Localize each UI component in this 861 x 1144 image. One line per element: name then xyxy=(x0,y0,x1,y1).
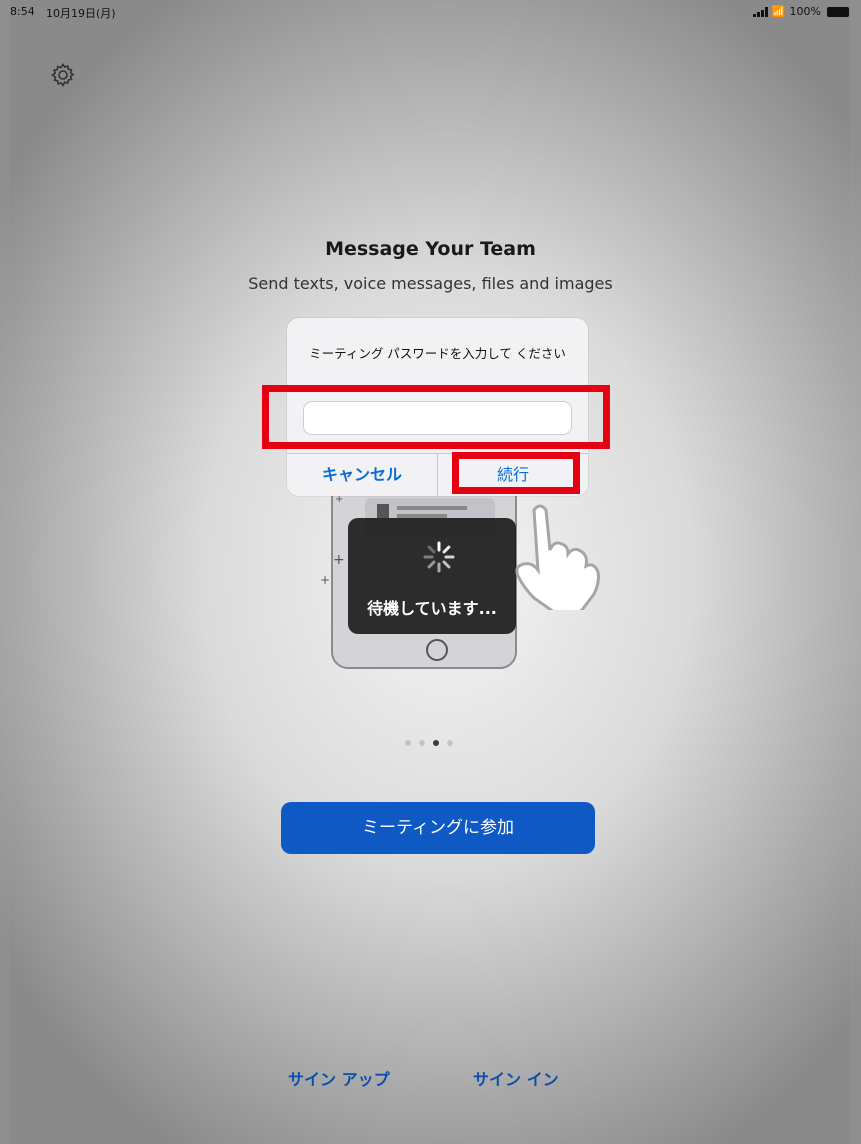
cellular-signal-icon xyxy=(752,6,768,17)
loading-spinner-icon xyxy=(423,541,455,573)
wifi-icon: 📶 xyxy=(771,5,786,18)
svg-text:+: + xyxy=(333,552,345,568)
page-indicator xyxy=(405,740,453,746)
onboarding-title: Message Your Team xyxy=(325,238,536,260)
pointing-hand-icon xyxy=(515,504,600,610)
status-bar: 8:54 10月19日(月) 📶 100% xyxy=(0,0,861,24)
highlight-box-continue-button xyxy=(452,452,580,494)
onboarding-subtitle: Send texts, voice messages, files and im… xyxy=(248,274,613,293)
status-indicators: 📶 100% xyxy=(752,5,849,18)
battery-percent: 100% xyxy=(789,5,821,18)
page-dot[interactable] xyxy=(447,740,453,746)
sign-up-link[interactable]: サイン アップ xyxy=(288,1066,390,1090)
dialog-message: ミーティング パスワードを入力して ください xyxy=(309,346,566,361)
highlight-box-password-input xyxy=(262,385,610,449)
join-meeting-button[interactable]: ミーティングに参加 xyxy=(281,802,595,854)
loading-hud: 待機しています... xyxy=(348,518,516,634)
settings-gear-icon[interactable] xyxy=(50,62,76,88)
cancel-button[interactable]: キャンセル xyxy=(287,454,437,496)
status-date: 10月19日(月) xyxy=(46,7,116,20)
svg-text:+: + xyxy=(320,573,330,587)
battery-icon xyxy=(827,6,849,17)
page-dot[interactable] xyxy=(419,740,425,746)
sign-in-link[interactable]: サイン イン xyxy=(473,1066,559,1090)
loading-text: 待機しています... xyxy=(367,599,497,618)
status-time: 8:54 xyxy=(10,5,35,18)
page-dot-active[interactable] xyxy=(433,740,439,746)
page-dot[interactable] xyxy=(405,740,411,746)
